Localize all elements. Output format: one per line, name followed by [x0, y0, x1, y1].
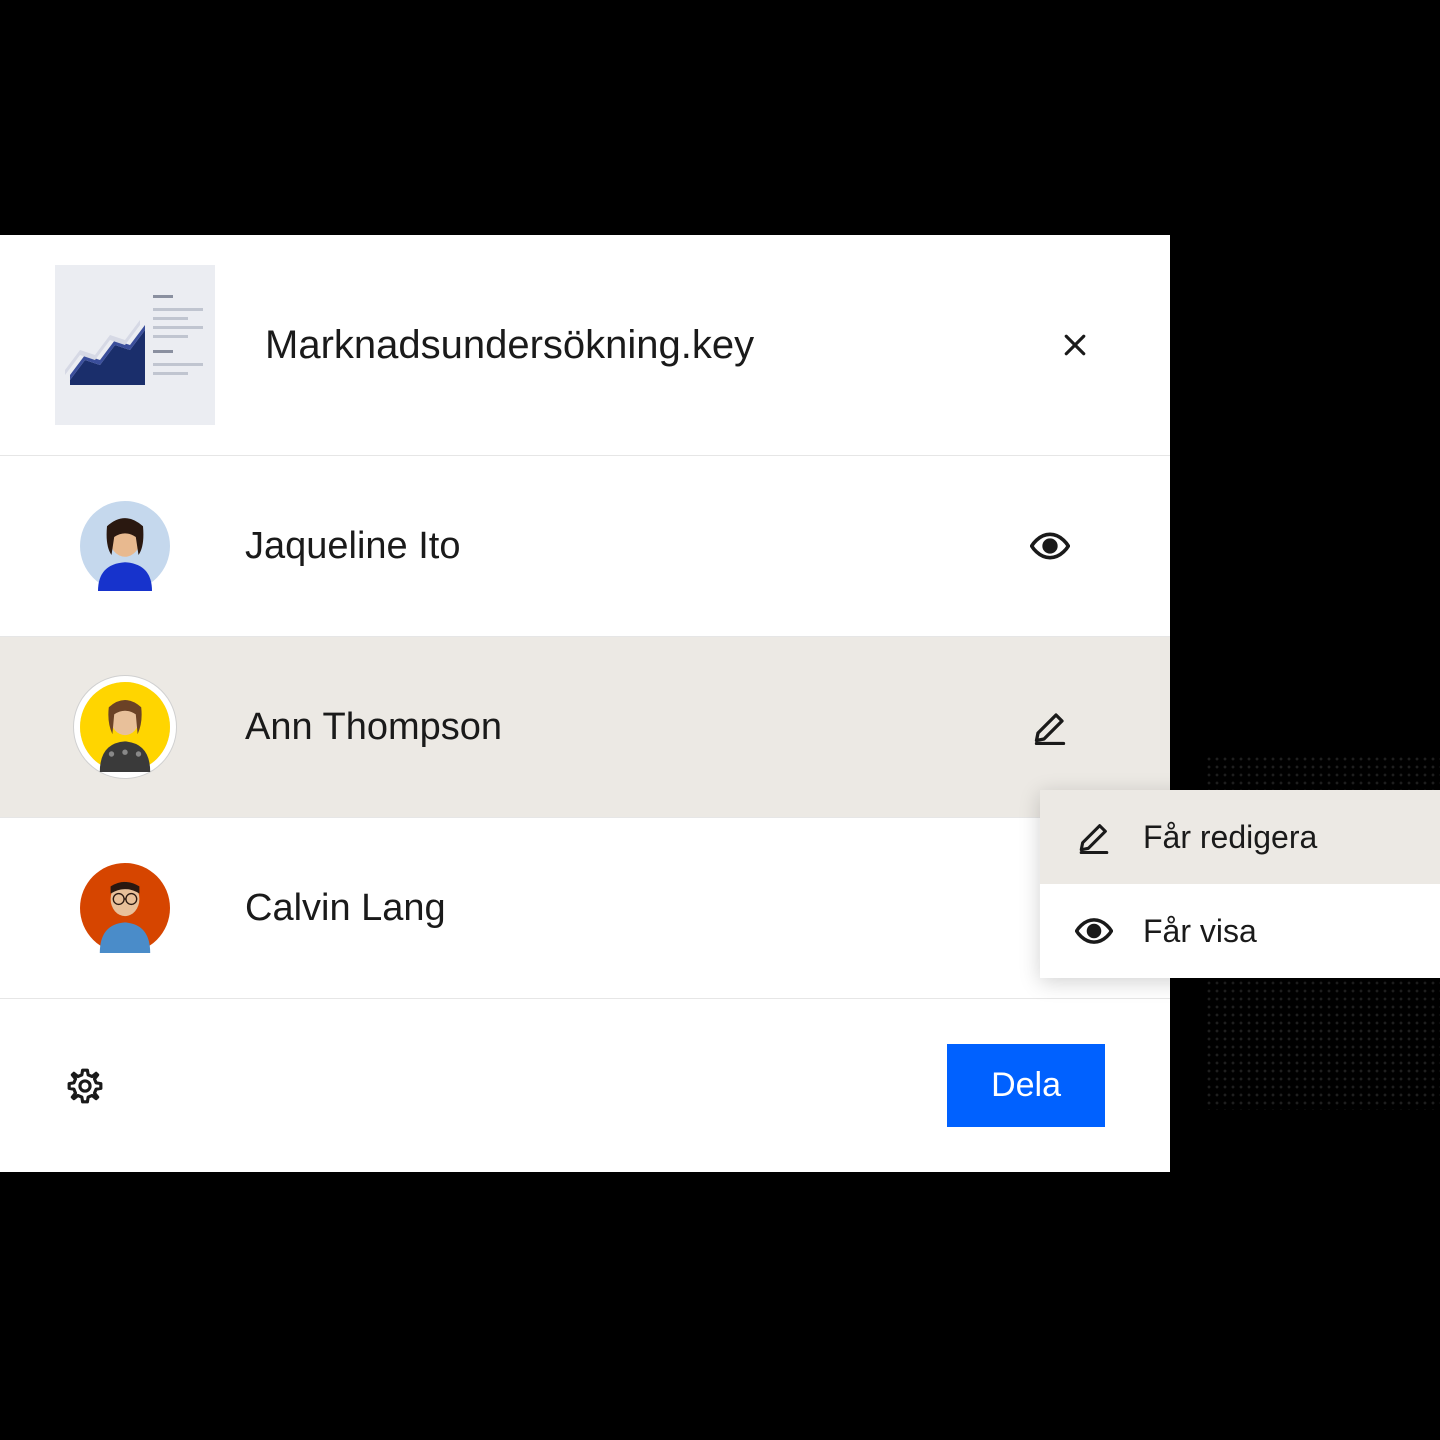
- gear-icon: [66, 1067, 104, 1105]
- pencil-icon: [1032, 709, 1068, 745]
- user-row[interactable]: Ann Thompson: [0, 637, 1170, 818]
- dialog-header: Marknadsundersökning.key: [0, 235, 1170, 456]
- eye-icon: [1030, 526, 1070, 566]
- user-row[interactable]: Jaqueline Ito: [0, 456, 1170, 637]
- user-name-label: Jaqueline Ito: [245, 525, 1030, 568]
- user-list: Jaqueline Ito Ann Th: [0, 456, 1170, 999]
- permission-view-icon[interactable]: [1030, 526, 1070, 566]
- dropdown-item-edit[interactable]: Får redigera: [1040, 790, 1440, 884]
- close-icon: [1060, 330, 1090, 360]
- pencil-icon: [1075, 818, 1113, 856]
- file-name: Marknadsundersökning.key: [265, 323, 1055, 368]
- user-row[interactable]: Calvin Lang: [0, 818, 1170, 999]
- permission-edit-icon[interactable]: [1030, 707, 1070, 747]
- dialog-footer: Dela: [0, 999, 1170, 1172]
- close-button[interactable]: [1055, 325, 1095, 365]
- dropdown-item-label: Får redigera: [1143, 819, 1317, 856]
- dropdown-item-view[interactable]: Får visa: [1040, 884, 1440, 978]
- file-thumbnail: [55, 265, 215, 425]
- dropdown-item-label: Får visa: [1143, 913, 1257, 950]
- avatar: [80, 863, 170, 953]
- user-name-label: Ann Thompson: [245, 706, 1030, 749]
- user-name-label: Calvin Lang: [245, 887, 1030, 930]
- permission-dropdown: Får redigera Får visa: [1040, 790, 1440, 978]
- share-button[interactable]: Dela: [947, 1044, 1105, 1127]
- avatar: [80, 682, 170, 772]
- eye-icon: [1075, 912, 1113, 950]
- share-dialog: Marknadsundersökning.key Jaqueline Ito: [0, 235, 1170, 1172]
- settings-button[interactable]: [65, 1066, 105, 1106]
- avatar: [80, 501, 170, 591]
